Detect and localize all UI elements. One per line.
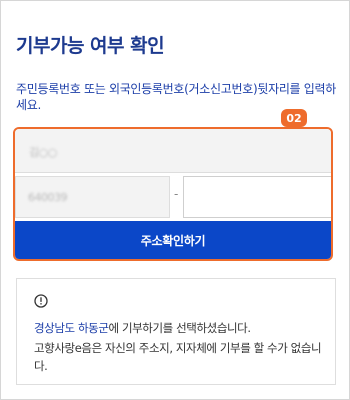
masked-name: 김○○ xyxy=(29,146,57,159)
modal-panel: 기부가능 여부 확인 주민등록번호 또는 외국인등록번호(거소신고번호)뒷자리를… xyxy=(0,0,350,400)
name-field: 김○○ xyxy=(15,129,331,173)
notice-restriction-text: 고향사랑e음은 자신의 주소지, 지자체에 기부를 할 수가 없습니다. xyxy=(34,341,322,373)
notice-selected-region: 경상남도 하동군에 기부하기를 선택하셨습니다. xyxy=(34,320,326,336)
rrn-back-input[interactable] xyxy=(183,176,331,218)
rrn-separator: - xyxy=(174,187,179,201)
verification-form: 김○○ 640039 - 주소확인하기 xyxy=(13,127,333,261)
step-badge: 02 xyxy=(281,109,307,127)
page-title: 기부가능 여부 확인 xyxy=(16,35,165,57)
alert-circle-icon xyxy=(34,293,48,308)
confirm-address-button[interactable]: 주소확인하기 xyxy=(15,221,331,259)
notice-line1-text: 에 기부하기를 선택하셨습니다. xyxy=(108,321,252,335)
masked-birthdate: 640039 xyxy=(28,191,68,204)
notice-box: 경상남도 하동군에 기부하기를 선택하셨습니다. 고향사랑e음은 자신의 주소지… xyxy=(16,278,336,385)
rrn-front-field: 640039 xyxy=(15,176,170,218)
region-name: 경상남도 하동군 xyxy=(34,321,109,335)
